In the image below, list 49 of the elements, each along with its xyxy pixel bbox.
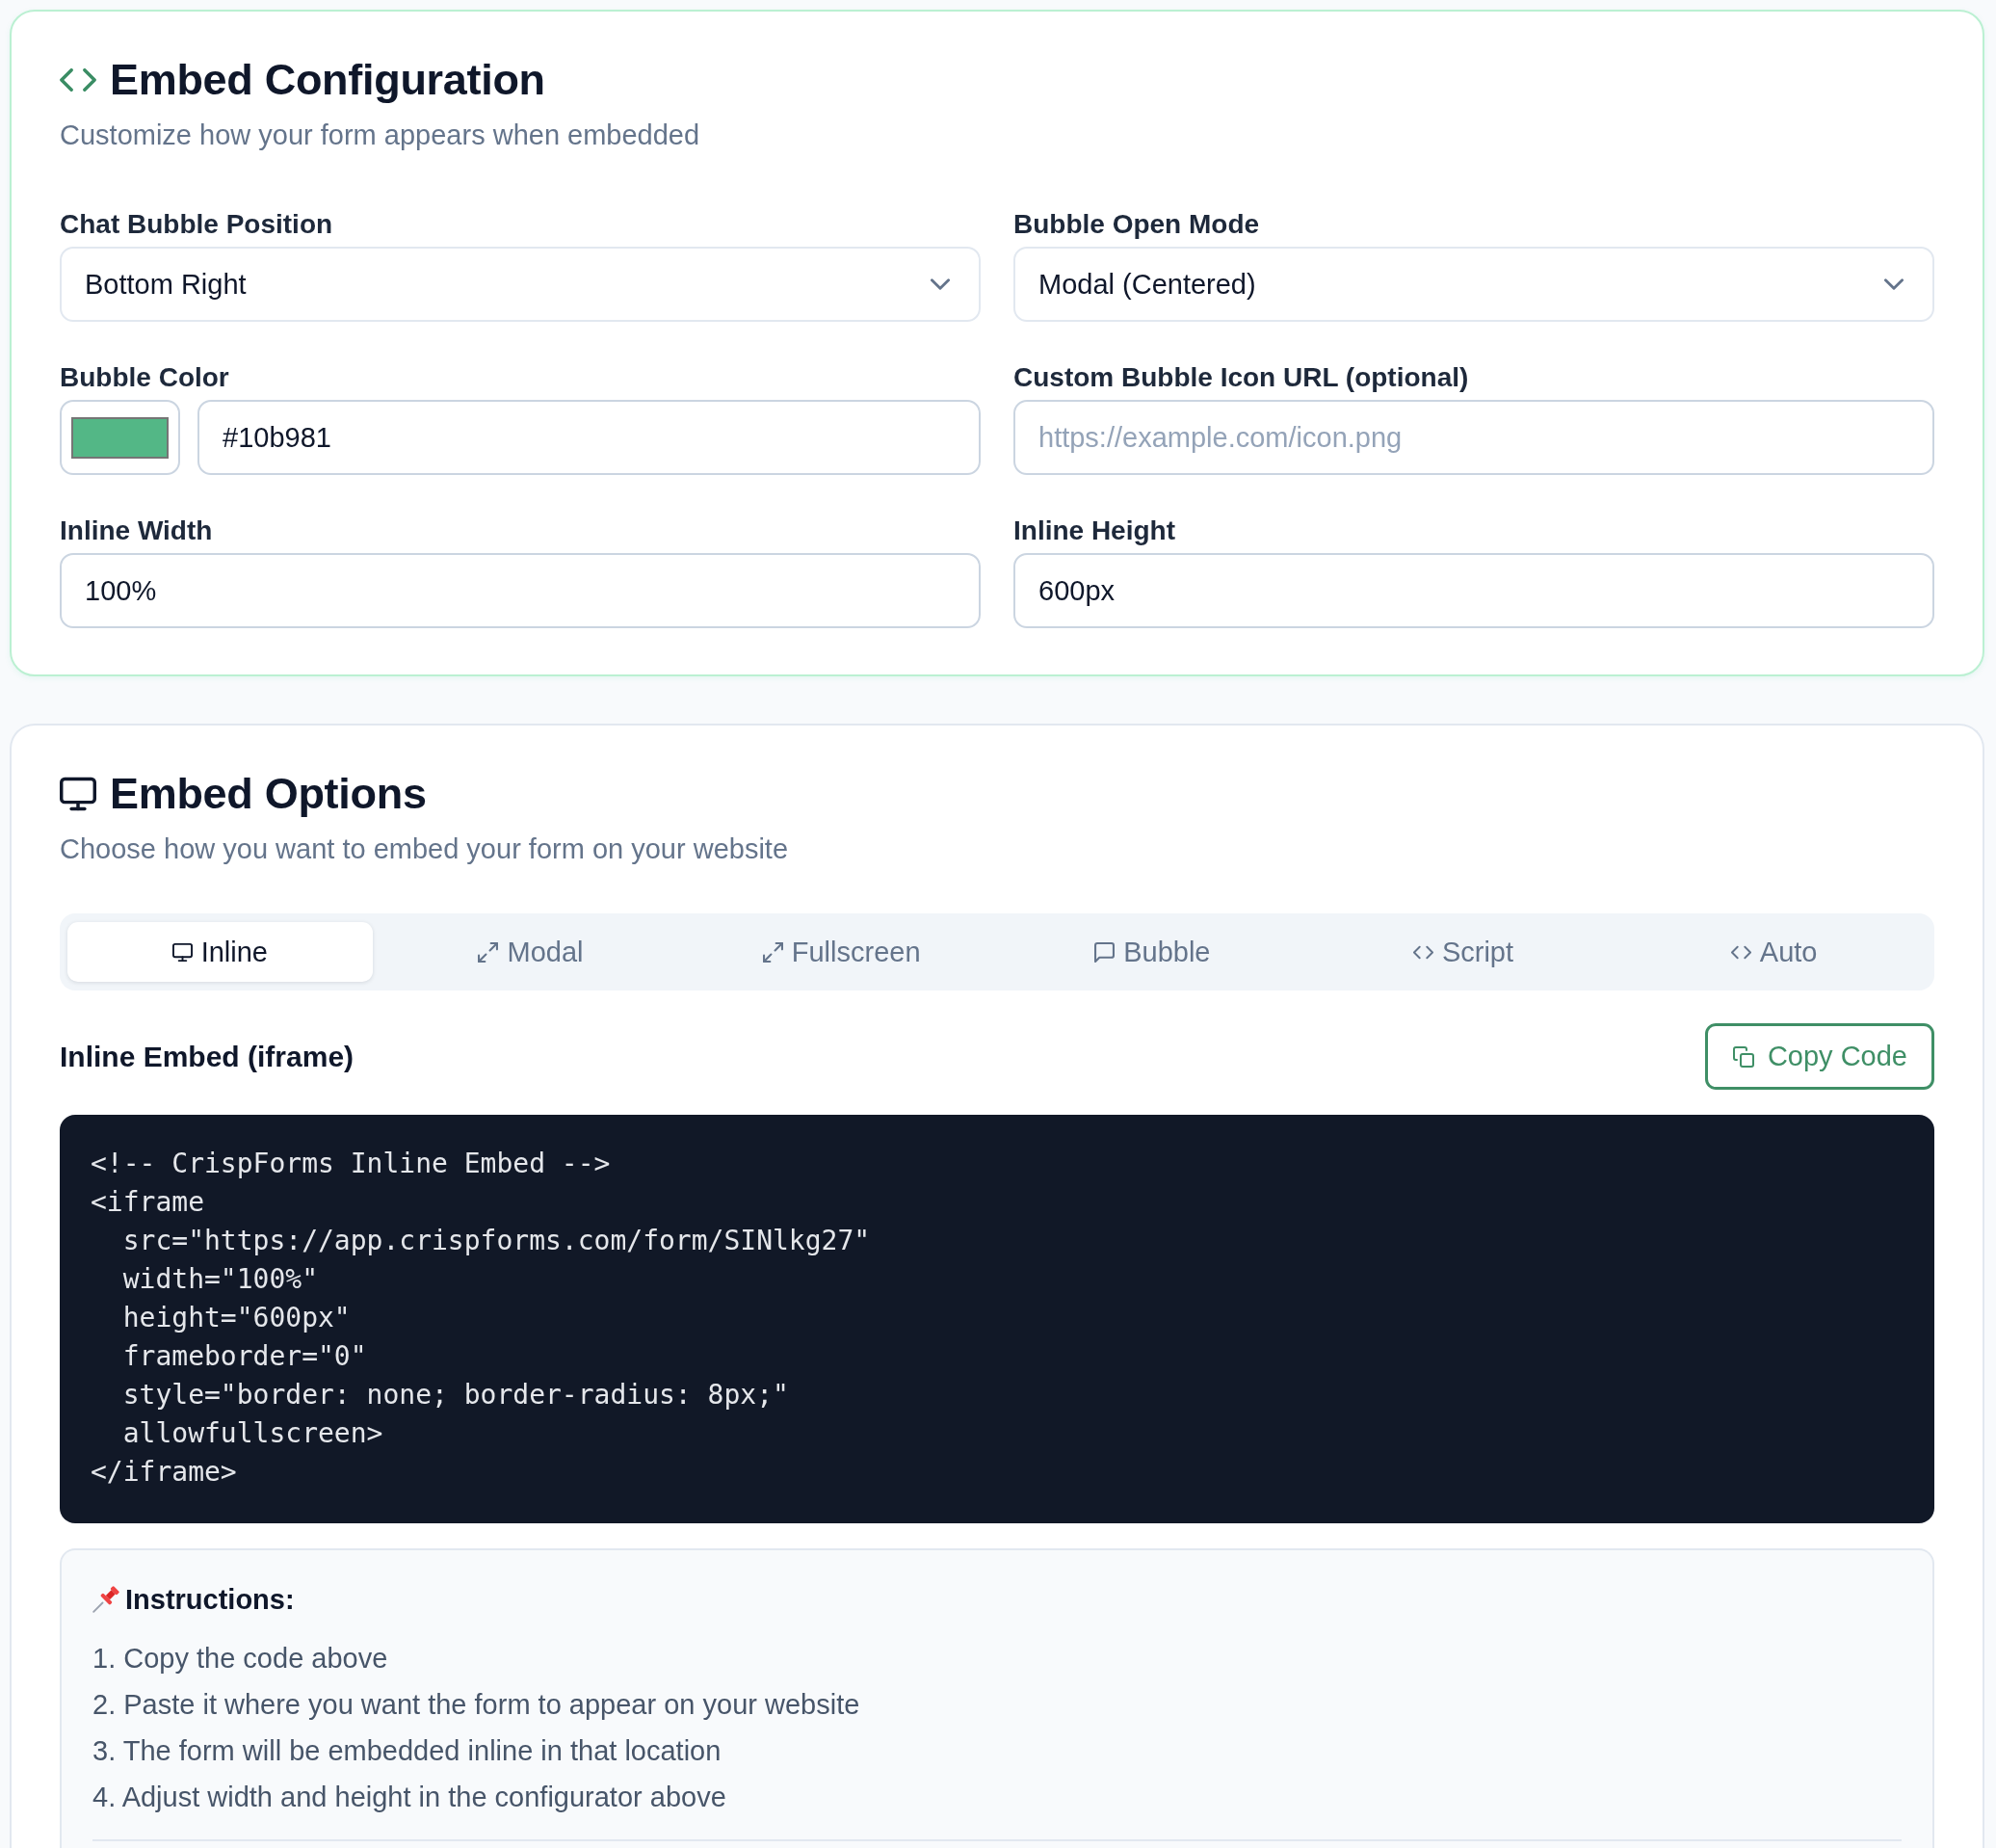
field-label: Inline Height [1013,515,1176,547]
color-input-field[interactable]: #10b981 [197,400,981,475]
field-label: Bubble Color [60,361,230,394]
text-input-field[interactable]: https://example.com/icon.png [1013,400,1934,475]
field-label: Custom Bubble Icon URL (optional) [1013,361,1470,394]
field-label: Chat Bubble Position [60,208,334,241]
code-line: allowfullscreen> [121,1416,383,1451]
instruction-step: 4. Adjust width and height in the configurator above [92,1774,726,1820]
tab[interactable]: Modal [378,922,684,982]
code-line: width="100%" [121,1262,318,1297]
tab[interactable]: Bubble [1000,922,1305,982]
pushpin-icon [92,1586,119,1613]
section-heading: Inline Embed (iframe) [60,1040,355,1073]
code-line: <!-- CrispForms Inline Embed --> [91,1147,611,1181]
text-input-field[interactable]: 600px [1013,553,1934,628]
field-label: Bubble Open Mode [1013,208,1261,241]
card-title: Embed Configuration [110,54,545,106]
instruction-step: 2. Paste it where you want the form to appear on your website [92,1681,860,1728]
copy-code-button[interactable]: Copy Code [1704,1023,1934,1090]
tab[interactable]: Fullscreen [689,922,994,982]
dropdown-select[interactable]: Bottom Right [60,247,981,322]
chevron-down-icon [931,278,950,290]
text-input-field[interactable]: 100% [60,553,981,628]
dropdown-select[interactable]: Modal (Centered) [1013,247,1934,322]
chat-bubble-icon [1094,941,1116,963]
card-subtitle: Customize how your form appears when embedded [60,119,701,152]
card-title: Embed Options [110,768,427,820]
field-label: Inline Width [60,515,214,547]
copy-icon [1732,1045,1754,1068]
code-line: <iframe [91,1185,204,1220]
card-subtitle: Choose how you want to embed your form on your website [60,832,789,866]
tab[interactable]: Inline [67,922,373,982]
expand-arrows-icon [762,941,783,963]
code-icon [60,68,96,92]
monitor-icon [171,941,193,963]
code-line: height="600px" [121,1301,351,1335]
code-line: </iframe> [91,1455,237,1490]
monitor-icon [60,777,96,811]
color-picker-button[interactable] [60,400,180,475]
instructions-title: Instructions: [125,1583,295,1616]
instruction-step: 3. The form will be embedded inline in that location [92,1728,722,1774]
tab[interactable]: Auto [1621,922,1927,982]
code-line: style="border: none; border-radius: 8px;" [121,1378,789,1412]
instruction-step: 1. Copy the code above [92,1635,388,1681]
chevron-down-icon [1884,278,1904,290]
code-line: src="https://app.crispforms.com/form/SINlkg27" [121,1224,871,1258]
tab[interactable]: Script [1310,922,1616,982]
expand-arrows-icon [478,941,499,963]
code-line: frameborder="0" [121,1339,367,1374]
